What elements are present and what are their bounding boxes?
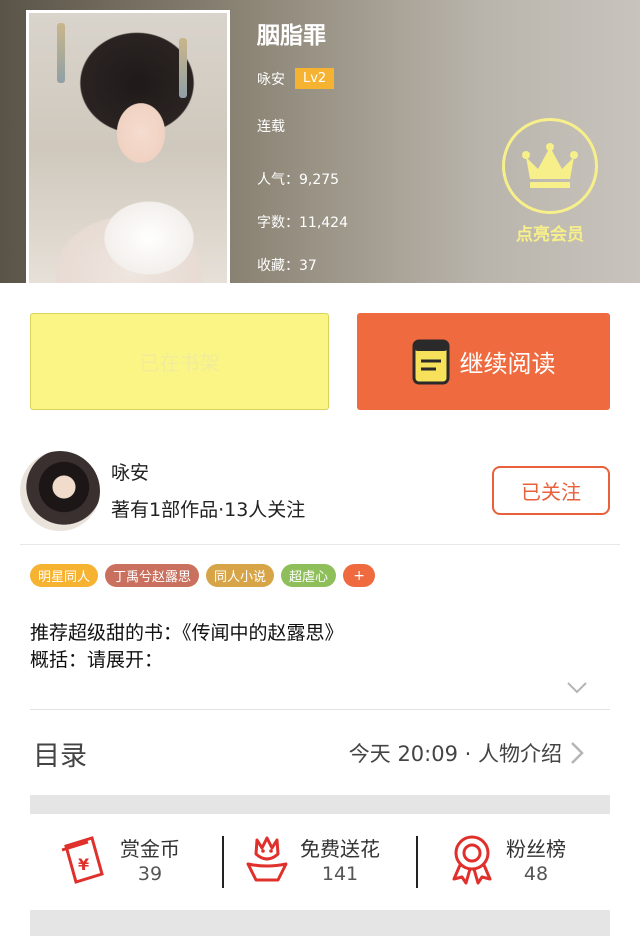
serial-status: 连载 — [257, 119, 285, 135]
author-level-badge: Lv2 — [295, 68, 335, 89]
word-count-stat: 字数：11,424 — [257, 215, 348, 231]
following-label: 已关注 — [521, 480, 581, 504]
book-icon — [412, 339, 450, 385]
flower-icon — [244, 834, 290, 888]
book-author-name[interactable]: 咏安 — [257, 69, 285, 89]
chevron-down-icon[interactable] — [566, 680, 588, 699]
reward-value: 39 — [137, 863, 163, 885]
svg-text:¥: ¥ — [78, 855, 89, 874]
following-button[interactable]: 已关注 — [492, 466, 610, 515]
chevron-right-icon[interactable] — [570, 741, 584, 769]
support-stats: ¥ 赏金币 39 免费送花 141 粉丝榜 48 — [30, 832, 610, 890]
continue-reading-button[interactable]: 继续阅读 — [357, 313, 610, 410]
in-bookshelf-button[interactable]: 已在书架 — [30, 313, 329, 410]
separator — [416, 836, 418, 888]
tag-list: 明星同人 丁禹兮赵露思 同人小说 超虐心 + — [30, 564, 376, 587]
section-separator — [30, 795, 610, 814]
popularity-stat: 人气：9,275 — [257, 172, 340, 188]
flowers-value: 141 — [321, 863, 359, 885]
book-header: 胭脂罪 咏安 Lv2 连载 人气：9,275 字数：11,424 收藏：37 点… — [0, 0, 640, 283]
crown-icon — [502, 118, 598, 214]
author-name[interactable]: 咏安 — [111, 458, 149, 485]
toc-latest-chapter[interactable]: 今天 20:09 · 人物介绍 — [349, 738, 562, 768]
continue-reading-label: 继续阅读 — [459, 350, 556, 378]
section-separator — [30, 910, 610, 936]
author-avatar[interactable] — [20, 451, 100, 531]
send-flowers-button[interactable]: 免费送花 141 — [244, 832, 380, 890]
fans-value: 48 — [523, 863, 549, 885]
red-envelope-icon: ¥ — [58, 834, 110, 888]
tag[interactable]: 丁禹兮赵露思 — [105, 564, 200, 587]
tag[interactable]: 超虐心 — [281, 564, 337, 587]
favorites-stat: 收藏：37 — [257, 258, 317, 274]
description-line: 推荐超级甜的书：《传闻中的赵露思》 — [30, 622, 344, 644]
reward-coins-button[interactable]: ¥ 赏金币 39 — [58, 832, 180, 890]
separator — [222, 836, 224, 888]
hair-ornament — [57, 23, 65, 83]
book-title: 胭脂罪 — [257, 23, 326, 49]
vip-label: 点亮会员 — [516, 225, 584, 245]
toc-title[interactable]: 目录 — [33, 734, 87, 773]
book-cover-image[interactable] — [26, 10, 230, 283]
book-author-line: 咏安 Lv2 — [257, 68, 335, 89]
description-line: 概括：请展开： — [30, 649, 164, 671]
flowers-label: 免费送花 — [300, 837, 380, 861]
fan-ranking-button[interactable]: 粉丝榜 48 — [448, 832, 566, 890]
reward-label: 赏金币 — [120, 837, 180, 861]
tag[interactable]: 同人小说 — [206, 564, 275, 587]
add-tag-button[interactable]: + — [343, 564, 376, 587]
fans-label: 粉丝榜 — [506, 837, 566, 861]
divider — [20, 544, 620, 545]
hair-ornament — [179, 38, 187, 98]
award-ribbon-icon — [448, 833, 496, 889]
in-bookshelf-label: 已在书架 — [139, 351, 220, 375]
author-meta: 著有1部作品·13人关注 — [111, 499, 306, 521]
divider — [30, 709, 610, 710]
tag[interactable]: 明星同人 — [30, 564, 99, 587]
